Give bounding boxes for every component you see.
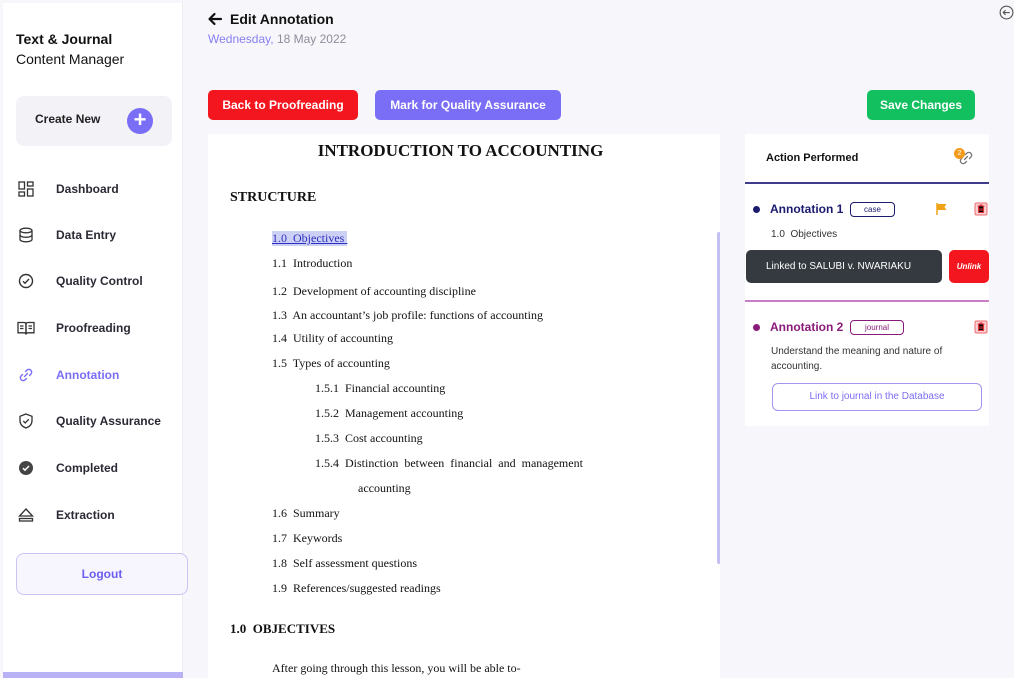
toc-subitem: 1.5.4 Distinction between financial and … bbox=[315, 456, 583, 470]
check-filled-circle-icon bbox=[16, 458, 36, 478]
structure-heading: STRUCTURE bbox=[230, 190, 317, 205]
panel-title: Action Performed bbox=[766, 152, 859, 164]
mark-qa-button[interactable]: Mark for Quality Assurance bbox=[375, 90, 561, 120]
check-circle-icon bbox=[16, 271, 36, 291]
annotation-2-tag: journal bbox=[850, 320, 904, 335]
panel-header: Action Performed 2 bbox=[745, 134, 989, 184]
sidebar-item-annotation[interactable]: Annotation bbox=[16, 362, 181, 388]
toc-item: 1.9 References/suggested readings bbox=[272, 581, 441, 595]
back-arrow-icon[interactable] bbox=[207, 11, 223, 27]
sidebar-item-label: Annotation bbox=[56, 368, 120, 382]
count-badge: 2 bbox=[954, 148, 965, 159]
back-to-proofreading-button[interactable]: Back to Proofreading bbox=[208, 90, 358, 120]
annotation-1-title[interactable]: Annotation 1 bbox=[770, 202, 843, 216]
sidebar-item-completed[interactable]: Completed bbox=[16, 455, 181, 481]
dashboard-grid-icon bbox=[16, 179, 36, 199]
annotation-dot bbox=[753, 206, 760, 213]
document-title: INTRODUCTION TO ACCOUNTING bbox=[317, 141, 604, 160]
brand-subtitle: Content Manager bbox=[16, 51, 125, 67]
brand-title: Text & Journal bbox=[16, 31, 113, 47]
create-new-button[interactable]: Create New + bbox=[16, 96, 172, 146]
delete-icon[interactable] bbox=[974, 202, 988, 216]
toc-item: 1.2 Development of accounting discipline bbox=[272, 284, 476, 298]
delete-icon[interactable] bbox=[974, 320, 988, 334]
annotation-dot bbox=[753, 324, 760, 331]
toc-subitem: 1.5.1 Financial accounting bbox=[315, 381, 446, 395]
objectives-intro: After going through this lesson, you wil… bbox=[272, 661, 521, 675]
toc-item: 1.3 An accountant’s job profile: functio… bbox=[272, 308, 543, 322]
toc-subitem: 1.5.3 Cost accounting bbox=[315, 431, 423, 445]
annotation-1-text: 1.0 Objectives bbox=[771, 229, 838, 240]
annotation-2-text-line2: accounting. bbox=[771, 361, 823, 372]
sidebar-item-label: Completed bbox=[56, 461, 119, 475]
sidebar-item-extraction[interactable]: Extraction bbox=[16, 502, 181, 528]
annotation-divider bbox=[745, 300, 989, 302]
sidebar-item-label: Quality Control bbox=[56, 274, 143, 288]
link-icon bbox=[16, 365, 36, 385]
annotation-1-tag: case bbox=[850, 202, 895, 217]
linked-case-pill: Linked to SALUBI v. NWARIAKU bbox=[746, 250, 942, 283]
sidebar-item-label: Extraction bbox=[56, 508, 115, 522]
database-icon bbox=[16, 225, 36, 245]
annotation-2-title[interactable]: Annotation 2 bbox=[770, 320, 843, 334]
toc-item: 1.6 Summary bbox=[272, 506, 340, 520]
sidebar-item-label: Dashboard bbox=[56, 182, 119, 196]
objectives-heading: 1.0 OBJECTIVES bbox=[230, 621, 336, 636]
sidebar-bottom-bar bbox=[3, 672, 183, 678]
unlink-button[interactable]: Unlink bbox=[949, 250, 989, 283]
sidebar-item-dashboard[interactable]: Dashboard bbox=[16, 176, 181, 202]
document-viewer[interactable]: INTRODUCTION TO ACCOUNTING STRUCTURE 1.0… bbox=[208, 134, 720, 678]
sidebar-item-proofreading[interactable]: Proofreading bbox=[16, 315, 181, 341]
sidebar-item-label: Proofreading bbox=[56, 321, 131, 335]
date-value: 18 May 2022 bbox=[273, 32, 347, 46]
page-date: Wednesday, 18 May 2022 bbox=[208, 32, 346, 46]
toc-item-highlighted[interactable]: 1.0 Objectives bbox=[272, 231, 348, 246]
toc-subitem-continued: accounting bbox=[358, 481, 411, 495]
create-new-label: Create New bbox=[35, 112, 101, 126]
sidebar-item-quality-assurance[interactable]: Quality Assurance bbox=[16, 408, 181, 434]
shield-check-icon bbox=[16, 411, 36, 431]
save-changes-button[interactable]: Save Changes bbox=[867, 90, 975, 120]
toc-item: 1.8 Self assessment questions bbox=[272, 556, 417, 570]
toc-text: Objectives bbox=[293, 231, 345, 245]
flag-icon[interactable] bbox=[935, 202, 949, 216]
sidebar-item-quality-control[interactable]: Quality Control bbox=[16, 268, 181, 294]
sidebar-item-label: Data Entry bbox=[56, 228, 117, 242]
toc-item: 1.4 Utility of accounting bbox=[272, 331, 393, 345]
eject-icon bbox=[16, 505, 36, 525]
sidebar-item-label: Quality Assurance bbox=[56, 414, 161, 428]
sidebar: Text & Journal Content Manager Create Ne… bbox=[3, 3, 188, 678]
sidebar-item-data-entry[interactable]: Data Entry bbox=[16, 222, 181, 248]
plus-circle-icon: + bbox=[127, 108, 153, 134]
toc-subitem: 1.5.2 Management accounting bbox=[315, 406, 464, 420]
book-open-icon bbox=[16, 318, 36, 338]
date-weekday: Wednesday, bbox=[208, 32, 274, 46]
toc-num: 1.0 bbox=[272, 231, 287, 245]
link-journal-button[interactable]: Link to journal in the Database bbox=[772, 383, 982, 411]
annotation-2-text-line1: Understand the meaning and nature of bbox=[771, 346, 943, 357]
collapse-arrow-icon[interactable] bbox=[999, 5, 1014, 20]
actions-panel: Action Performed 2 Annotation 1 case 1.0… bbox=[745, 134, 989, 426]
document-scrollbar[interactable] bbox=[717, 232, 720, 564]
logout-button[interactable]: Logout bbox=[16, 553, 188, 595]
toc-item: 1.5 Types of accounting bbox=[272, 356, 390, 370]
toc-item: 1.7 Keywords bbox=[272, 531, 343, 545]
toc-item: 1.1 Introduction bbox=[272, 256, 353, 270]
page-title: Edit Annotation bbox=[230, 11, 334, 27]
